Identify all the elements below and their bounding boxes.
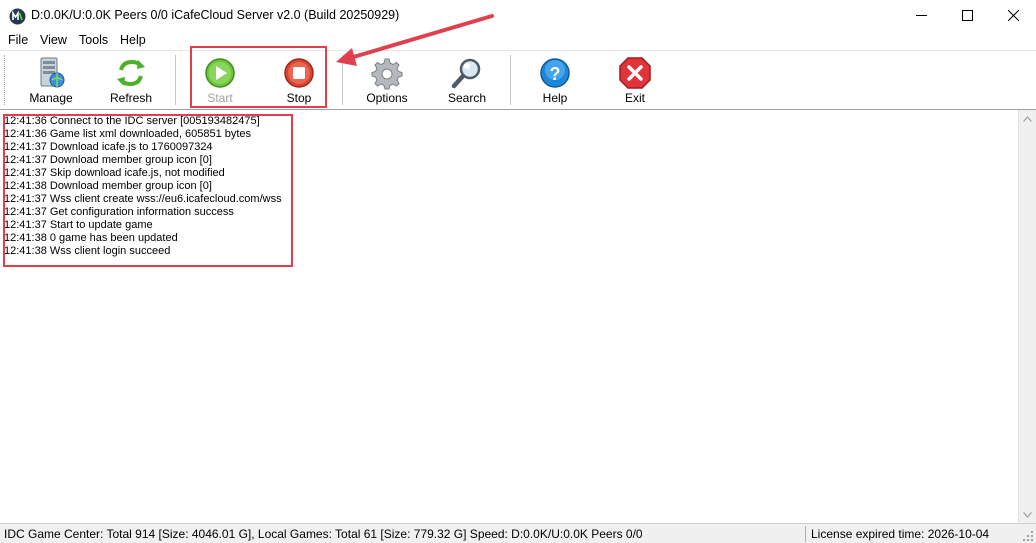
- close-button[interactable]: [990, 0, 1036, 31]
- log-line: 12:41:37 Skip download icafe.js, not mod…: [4, 167, 225, 179]
- search-icon: [451, 58, 481, 89]
- refresh-icon: [117, 59, 145, 87]
- exit-icon: [619, 57, 651, 89]
- log-panel[interactable]: 12:41:36 Connect to the IDC server [0051…: [0, 109, 1036, 524]
- log-line: 12:41:37 Get configuration information s…: [4, 206, 234, 218]
- log-line: 12:41:37 Wss client create wss://eu6.ica…: [4, 193, 282, 205]
- log-line: 12:41:38 0 game has been updated: [4, 232, 178, 244]
- start-label: Start: [207, 91, 233, 105]
- scroll-down-button[interactable]: [1019, 506, 1036, 523]
- close-icon: [1007, 10, 1019, 21]
- stop-button[interactable]: Stop: [264, 54, 334, 108]
- status-bar: IDC Game Center: Total 914 [Size: 4046.0…: [0, 523, 1036, 543]
- maximize-icon: [961, 10, 973, 21]
- gear-icon: [371, 58, 403, 90]
- log-line: 12:41:36 Connect to the IDC server [0051…: [4, 115, 260, 127]
- log-line: 12:41:38 Wss client login succeed: [4, 245, 171, 257]
- help-label: Help: [542, 91, 568, 105]
- vertical-scrollbar[interactable]: [1018, 110, 1036, 523]
- help-icon: ?: [540, 58, 570, 88]
- menu-help[interactable]: Help: [120, 33, 146, 47]
- manage-label: Manage: [29, 91, 73, 105]
- stop-icon: [284, 58, 314, 88]
- refresh-button[interactable]: Refresh: [96, 54, 166, 108]
- log-line: 12:41:37 Start to update game: [4, 219, 153, 231]
- options-label: Options: [366, 91, 408, 105]
- app-logo-icon: [9, 8, 26, 25]
- stop-label: Stop: [286, 91, 312, 105]
- log-line: 12:41:37 Download member group icon [0]: [4, 154, 212, 166]
- toolbar: Manage Refresh Start Stop Options Search…: [0, 50, 1036, 110]
- menu-tools[interactable]: Tools: [79, 33, 108, 47]
- toolbar-separator: [342, 55, 343, 105]
- menu-bar: File View Tools Help: [0, 31, 1036, 50]
- scroll-up-button[interactable]: [1019, 110, 1036, 127]
- app-window: D:0.0K/U:0.0K Peers 0/0 iCafeCloud Serve…: [0, 0, 1036, 543]
- toolbar-separator: [510, 55, 511, 105]
- search-button[interactable]: Search: [432, 54, 502, 108]
- options-button[interactable]: Options: [352, 54, 422, 108]
- menu-view[interactable]: View: [40, 33, 67, 47]
- exit-label: Exit: [624, 91, 645, 105]
- chevron-down-icon: [1023, 511, 1032, 518]
- log-line: 12:41:38 Download member group icon [0]: [4, 180, 212, 192]
- svg-text:?: ?: [550, 64, 561, 84]
- status-license: License expired time: 2026-10-04: [811, 527, 990, 541]
- log-line: 12:41:36 Game list xml downloaded, 60585…: [4, 128, 252, 140]
- menu-file[interactable]: File: [8, 33, 28, 47]
- log-line: 12:41:37 Download icafe.js to 1760097324: [4, 141, 213, 153]
- minimize-button[interactable]: [898, 0, 944, 31]
- resize-grip-icon[interactable]: [1022, 530, 1034, 542]
- minimize-icon: [915, 15, 927, 16]
- search-label: Search: [447, 91, 487, 105]
- toolbar-grip[interactable]: [4, 55, 8, 105]
- play-icon: [205, 58, 235, 88]
- title-bar[interactable]: D:0.0K/U:0.0K Peers 0/0 iCafeCloud Serve…: [0, 0, 1036, 31]
- toolbar-separator: [175, 55, 176, 105]
- exit-button[interactable]: Exit: [600, 54, 670, 108]
- status-main: IDC Game Center: Total 914 [Size: 4046.0…: [4, 527, 643, 541]
- chevron-up-icon: [1023, 115, 1032, 122]
- status-separator: [805, 526, 806, 542]
- start-button[interactable]: Start: [185, 54, 255, 108]
- manage-server-icon: [40, 57, 65, 88]
- maximize-button[interactable]: [944, 0, 990, 31]
- refresh-label: Refresh: [109, 91, 153, 105]
- window-title: D:0.0K/U:0.0K Peers 0/0 iCafeCloud Serve…: [31, 8, 400, 22]
- manage-button[interactable]: Manage: [16, 54, 86, 108]
- log-list: 12:41:36 Connect to the IDC server [0051…: [4, 115, 282, 258]
- help-button[interactable]: ? Help: [520, 54, 590, 108]
